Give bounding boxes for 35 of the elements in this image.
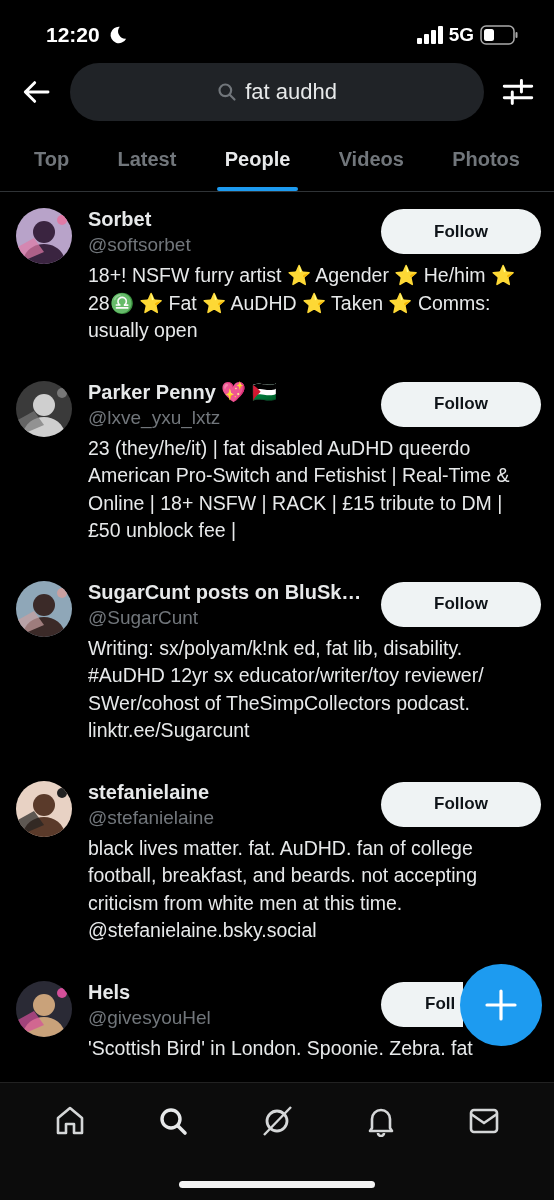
follow-button[interactable]: Follow — [381, 381, 541, 427]
user-bio: 23 (they/he/it) | fat disabled AuDHD queerdo American Pro-Switch and Fetishist | Real-Time & Online | 18+ NSFW | RACK | £15 tribute to DM | £50 unblock fee | — [88, 435, 511, 543]
search-icon — [217, 82, 238, 102]
search-icon[interactable] — [157, 1105, 190, 1137]
tab[interactable]: Photos — [448, 128, 524, 191]
tab[interactable]: People — [220, 128, 295, 191]
follow-button[interactable]: Follow — [381, 209, 541, 254]
follow-button[interactable]: Follow — [381, 781, 541, 827]
user-name: Hels — [88, 979, 132, 1005]
user-bio: 18+! NSFW furry artist ⭐ Agender ⭐ He/him ⭐ 28♎ ⭐ Fat ⭐ AuDHD ⭐ Taken ⭐ Comms: usually open — [88, 263, 516, 343]
signal-icon — [416, 26, 443, 44]
user-name: Sorbet — [88, 207, 153, 232]
user-name: SugarCunt posts on BluSk… — [88, 579, 362, 605]
tab[interactable]: Latest — [113, 128, 181, 191]
network-label: 5G — [448, 24, 474, 46]
tab[interactable]: Videos — [334, 128, 408, 191]
user-handle: @softsorbet — [88, 233, 191, 257]
search-field[interactable]: fat audhd — [70, 63, 484, 121]
user-handle: @stefanielaine — [88, 805, 214, 830]
plus-icon — [484, 988, 518, 1022]
user-bio: 'Scottish Bird' in London. Spoonie. Zebra. fat — [88, 1035, 474, 1061]
user-name: stefanielaine — [88, 779, 211, 805]
user-handle: @givesyouHel — [88, 1005, 211, 1030]
user-handle: @SugarCunt — [88, 605, 200, 630]
user-handle: @lxve_yxu_lxtz — [88, 405, 222, 431]
search-query: fat audhd — [245, 79, 337, 105]
user-bio: Writing: sx/polyam/k!nk ed, fat lib, disability. #AuDHD 12yr sx educator/writer/toy reviewer/ SWer/cohost of TheSimpCollectors podcast. linktr.ee/Sugarcunt — [88, 635, 485, 743]
battery-icon — [480, 25, 518, 45]
follow-button[interactable]: Follow — [381, 581, 541, 627]
status-time: 12:20 — [46, 23, 100, 47]
user-bio: black lives matter. fat. AuDHD. fan of college football, breakfast, and beards. not accepting criticism from white men at this time. @stefanielaine.bsky.social — [88, 835, 479, 943]
sliders-icon — [502, 76, 534, 108]
slashed-circle-icon[interactable] — [261, 1105, 293, 1137]
follow-button[interactable]: Foll — [381, 981, 463, 1027]
tab[interactable]: Top — [30, 128, 74, 191]
